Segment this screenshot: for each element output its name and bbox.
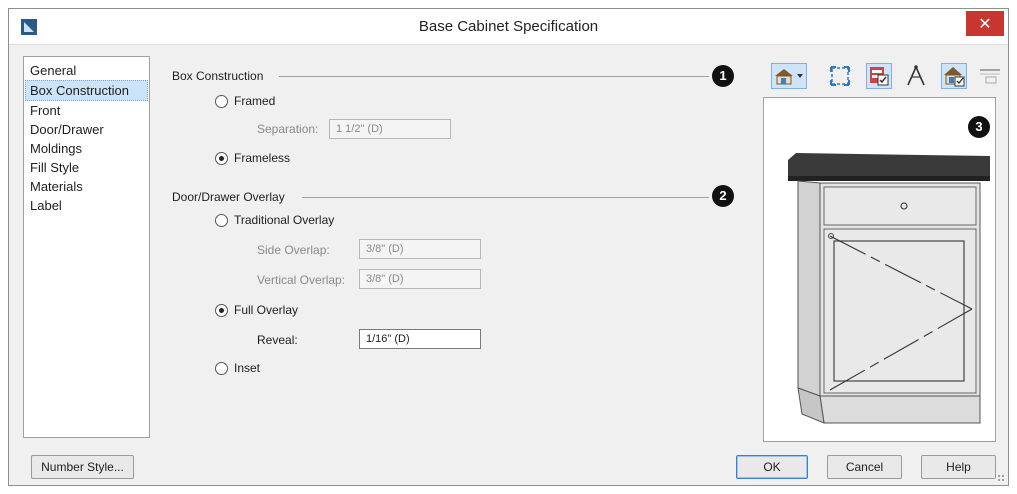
dimension-icon[interactable] (977, 63, 1003, 89)
nav-item-front[interactable]: Front (24, 101, 149, 120)
overlay-heading: Door/Drawer Overlay (172, 190, 285, 204)
rendered-view-icon[interactable] (941, 63, 967, 89)
number-style-button[interactable]: Number Style... (31, 455, 134, 479)
measure-icon[interactable] (903, 63, 929, 89)
close-button[interactable]: ✕ (966, 11, 1004, 36)
callout-2: 2 (712, 185, 734, 207)
framed-radio[interactable]: Framed (215, 94, 275, 108)
preview-toolbar (771, 63, 1000, 95)
nav-item-door-drawer[interactable]: Door/Drawer (24, 120, 149, 139)
nav-item-general[interactable]: General (24, 61, 149, 80)
traditional-overlay-radio-circle[interactable] (215, 213, 228, 227)
dialog-title: Base Cabinet Specification (418, 18, 599, 35)
frameless-radio[interactable]: Frameless (215, 151, 290, 165)
separation-label: Separation: (257, 122, 319, 136)
traditional-overlay-radio[interactable]: Traditional Overlay (215, 213, 334, 227)
inset-label: Inset (234, 361, 261, 375)
box-construction-divider (279, 76, 709, 77)
traditional-overlay-label: Traditional Overlay (234, 213, 335, 227)
full-overlay-radio[interactable]: Full Overlay (215, 303, 298, 317)
cabinet-preview[interactable]: 3 (763, 97, 996, 442)
fit-view-icon[interactable] (827, 63, 853, 89)
separation-input[interactable]: 1 1/2" (D) (329, 119, 451, 139)
overlay-divider (302, 197, 709, 198)
cancel-button[interactable]: Cancel (827, 455, 902, 479)
side-overlap-input[interactable]: 3/8" (D) (359, 239, 481, 259)
title-bar: Base Cabinet Specification ✕ (9, 9, 1008, 45)
reveal-label: Reveal: (257, 333, 298, 347)
framed-radio-circle[interactable] (215, 94, 228, 108)
ok-button[interactable]: OK (736, 455, 808, 479)
framed-radio-label: Framed (234, 94, 276, 108)
box-construction-heading: Box Construction (172, 69, 264, 83)
nav-item-moldings[interactable]: Moldings (24, 139, 149, 158)
reveal-input[interactable]: 1/16" (D) (359, 329, 481, 349)
cabinet-drawing (788, 153, 990, 424)
nav-item-box-construction[interactable]: Box Construction (25, 80, 148, 101)
nav-item-label[interactable]: Label (24, 196, 149, 215)
nav-item-materials[interactable]: Materials (24, 177, 149, 196)
dialog-window: Base Cabinet Specification ✕ General Box… (8, 8, 1009, 486)
vertical-overlap-label: Vertical Overlap: (257, 273, 346, 287)
vertical-overlap-input[interactable]: 3/8" (D) (359, 269, 481, 289)
inset-radio-circle[interactable] (215, 361, 228, 375)
full-overlay-label: Full Overlay (234, 303, 299, 317)
show-materials-icon[interactable] (866, 63, 892, 89)
full-overlay-radio-circle[interactable] (215, 303, 228, 317)
side-overlap-label: Side Overlap: (257, 243, 330, 257)
category-list[interactable]: General Box Construction Front Door/Draw… (23, 56, 150, 438)
nav-item-fill-style[interactable]: Fill Style (24, 158, 149, 177)
inset-radio[interactable]: Inset (215, 361, 260, 375)
help-button[interactable]: Help (921, 455, 996, 479)
callout-1: 1 (712, 65, 734, 87)
view-mode-icon[interactable] (771, 63, 807, 89)
frameless-radio-label: Frameless (234, 151, 291, 165)
resize-grip-icon[interactable] (997, 474, 1005, 482)
frameless-radio-circle[interactable] (215, 151, 228, 165)
